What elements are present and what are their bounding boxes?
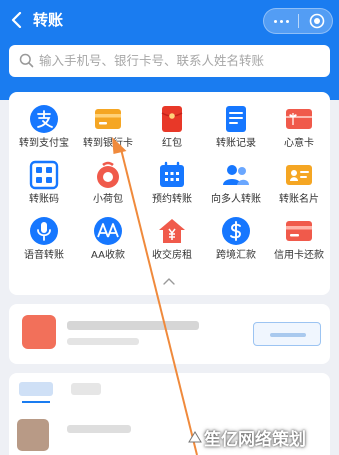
back-button[interactable] bbox=[6, 8, 28, 32]
name-card-icon bbox=[286, 165, 312, 185]
grid-item-label: 小荷包 bbox=[93, 194, 123, 205]
grid-item-house-rent[interactable]: 收交房租 bbox=[140, 208, 204, 266]
nav-bar: 转账 bbox=[0, 0, 339, 42]
calendar-icon bbox=[160, 161, 184, 187]
grid-item-group-transfer[interactable]: 向多人转账 bbox=[204, 152, 268, 210]
promo-subtitle bbox=[67, 338, 139, 345]
capsule-divider bbox=[298, 14, 299, 28]
chevron-left-icon bbox=[11, 12, 22, 28]
grid-item-purse[interactable]: 小荷包 bbox=[76, 152, 140, 210]
grid-item-name-card[interactable]: 转账名片 bbox=[267, 152, 331, 210]
grid-item-label: AA收款 bbox=[91, 250, 125, 261]
grid-item-label: 跨境汇款 bbox=[216, 250, 256, 261]
tab-contacts[interactable] bbox=[71, 383, 101, 395]
dollar-icon bbox=[222, 217, 250, 245]
chevron-up-icon[interactable] bbox=[162, 276, 176, 286]
target-close-icon bbox=[309, 13, 325, 29]
transfer-function-grid: 转到支付宝 转到银行卡 红包 转账记录 心意卡 转账码 小荷包 预约转账 向多人… bbox=[9, 92, 330, 295]
promo-title bbox=[67, 321, 199, 330]
promo-action-button[interactable] bbox=[253, 322, 321, 346]
house-rent-icon bbox=[159, 219, 185, 243]
grid-item-transfer-record[interactable]: 转账记录 bbox=[204, 96, 268, 154]
tab-underline bbox=[22, 401, 50, 403]
search-icon bbox=[19, 53, 34, 68]
more-button[interactable] bbox=[264, 9, 298, 33]
gift-card-icon bbox=[286, 109, 312, 129]
grid-item-credit-card-repay[interactable]: 信用卡还款 bbox=[267, 208, 331, 266]
more-dots-icon bbox=[273, 19, 289, 23]
grid-item-label: 语音转账 bbox=[24, 250, 64, 261]
grid-item-label: 信用卡还款 bbox=[274, 250, 324, 261]
promo-logo-icon bbox=[22, 315, 56, 349]
close-button[interactable] bbox=[301, 9, 333, 33]
transfer-record-icon bbox=[226, 106, 246, 132]
qr-code-icon bbox=[29, 160, 59, 190]
purse-icon bbox=[97, 161, 119, 188]
grid-item-label: 预约转账 bbox=[152, 194, 192, 205]
grid-item-label: 收交房租 bbox=[152, 250, 192, 261]
search-bar[interactable] bbox=[9, 45, 330, 77]
avatar[interactable] bbox=[17, 419, 49, 451]
bank-card-icon bbox=[95, 109, 121, 129]
mini-app-capsule bbox=[263, 8, 333, 34]
grid-item-transfer-code[interactable]: 转账码 bbox=[12, 152, 76, 210]
page-title: 转账 bbox=[33, 11, 64, 29]
grid-item-red-packet[interactable]: 红包 bbox=[140, 96, 204, 154]
aa-icon bbox=[94, 217, 122, 245]
grid-item-alipay-transfer[interactable]: 转到支付宝 bbox=[12, 96, 76, 154]
grid-item-label: 转账名片 bbox=[279, 194, 319, 205]
microphone-icon bbox=[30, 217, 58, 245]
promo-card[interactable] bbox=[9, 304, 330, 364]
grid-item-label: 转到支付宝 bbox=[19, 138, 69, 149]
watermark-logo-icon bbox=[188, 431, 202, 443]
alipay-icon bbox=[30, 105, 58, 133]
grid-item-aa-collect[interactable]: AA收款 bbox=[76, 208, 140, 266]
grid-item-label: 向多人转账 bbox=[211, 194, 261, 205]
grid-item-label: 心意卡 bbox=[284, 138, 314, 149]
watermark-text: 笙亿网络策划 bbox=[204, 430, 306, 450]
grid-item-label: 转账码 bbox=[29, 194, 59, 205]
grid-item-voice-transfer[interactable]: 语音转账 bbox=[12, 208, 76, 266]
search-input[interactable] bbox=[39, 45, 324, 77]
grid-item-cross-border[interactable]: 跨境汇款 bbox=[204, 208, 268, 266]
contact-name bbox=[67, 425, 131, 433]
credit-card-icon bbox=[286, 221, 312, 241]
red-packet-icon bbox=[161, 106, 183, 132]
group-icon bbox=[223, 165, 249, 185]
grid-item-scheduled-transfer[interactable]: 预约转账 bbox=[140, 152, 204, 210]
grid-item-gift-card[interactable]: 心意卡 bbox=[267, 96, 331, 154]
header: 转账 bbox=[0, 0, 339, 100]
grid-item-label: 红包 bbox=[162, 138, 182, 149]
grid-item-label: 转到银行卡 bbox=[83, 138, 133, 149]
grid-item-label: 转账记录 bbox=[216, 138, 256, 149]
tab-recent[interactable] bbox=[19, 382, 53, 396]
grid-item-bank-card-transfer[interactable]: 转到银行卡 bbox=[76, 96, 140, 154]
